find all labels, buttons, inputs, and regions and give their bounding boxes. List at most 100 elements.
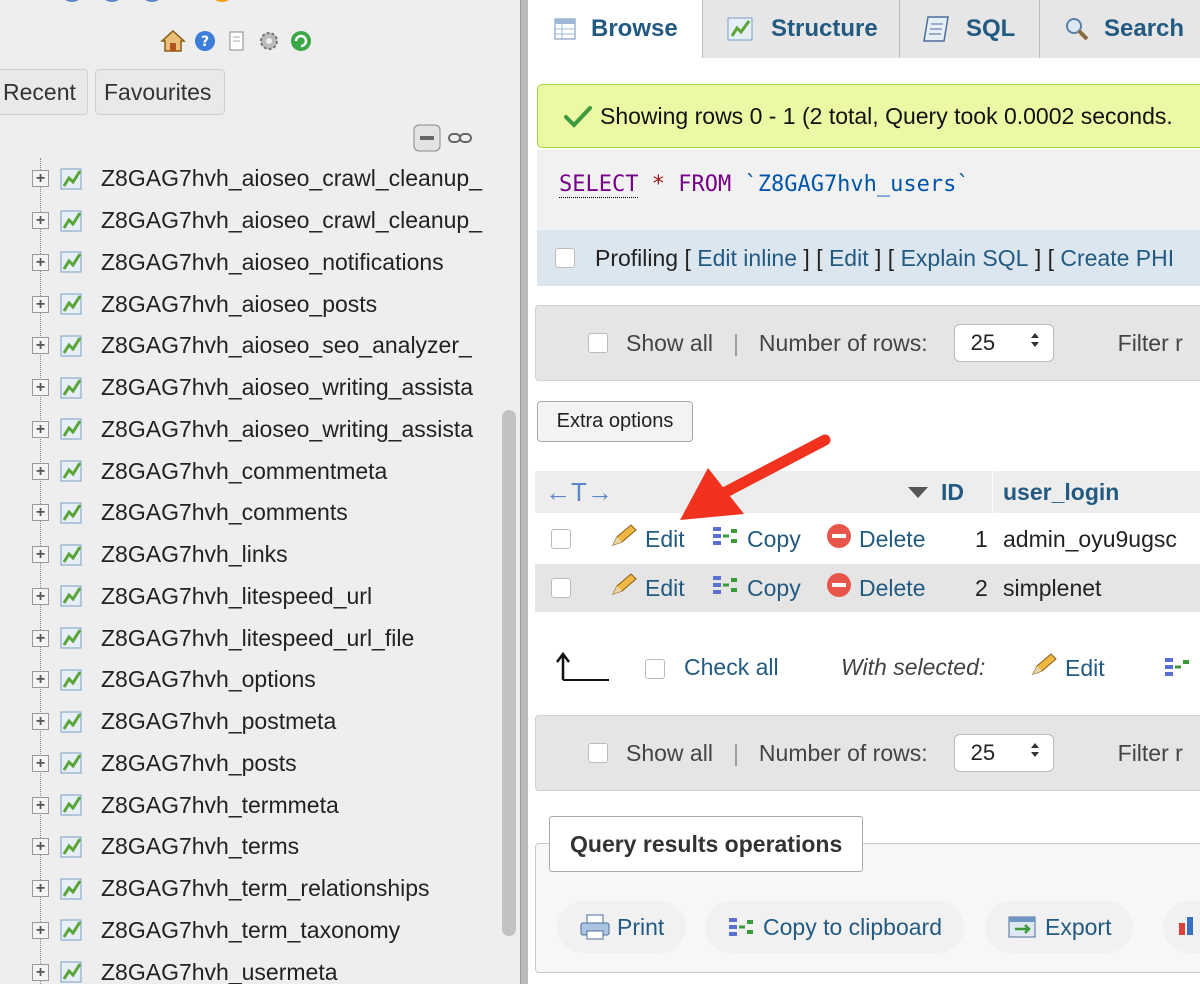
table-structure-icon[interactable]	[60, 334, 94, 358]
sidebar-table-item[interactable]: + Z8GAG7hvh_posts	[0, 743, 500, 785]
sort-dropdown-icon[interactable]	[907, 471, 929, 513]
sidebar-table-item[interactable]: + Z8GAG7hvh_aioseo_posts	[0, 283, 500, 325]
row-edit-link[interactable]: Edit	[609, 523, 685, 555]
expand-icon[interactable]: +	[32, 629, 49, 647]
sidebar-table-name[interactable]: Z8GAG7hvh_termmeta	[101, 792, 339, 819]
help-icon[interactable]: ?	[192, 28, 218, 54]
sidebar-table-item[interactable]: + Z8GAG7hvh_links	[0, 534, 500, 576]
sidebar-table-item[interactable]: + Z8GAG7hvh_aioseo_seo_analyzer_	[0, 325, 500, 367]
table-structure-icon[interactable]	[60, 918, 94, 942]
number-of-rows-select[interactable]: 25	[953, 324, 1054, 362]
sidebar-table-name[interactable]: Z8GAG7hvh_aioseo_writing_assista	[101, 416, 473, 443]
sidebar-table-item[interactable]: + Z8GAG7hvh_aioseo_writing_assista	[0, 409, 500, 451]
sidebar-table-item[interactable]: + Z8GAG7hvh_term_taxonomy	[0, 910, 500, 952]
link-with-main-icon[interactable]	[447, 128, 473, 153]
table-structure-icon[interactable]	[60, 668, 94, 692]
sidebar-table-item[interactable]: + Z8GAG7hvh_aioseo_writing_assista	[0, 367, 500, 409]
tab-search[interactable]: Search	[1040, 0, 1200, 58]
expand-icon[interactable]: +	[32, 671, 49, 689]
table-structure-icon[interactable]	[60, 835, 94, 859]
explain-sql-link[interactable]: Explain SQL	[901, 245, 1029, 272]
row-copy-link[interactable]: Copy	[711, 523, 801, 555]
sql-select-keyword[interactable]: SELECT	[559, 172, 639, 198]
row-delete-link[interactable]: Delete	[825, 571, 925, 605]
sidebar-table-item[interactable]: + Z8GAG7hvh_term_relationships	[0, 868, 500, 910]
reload-icon[interactable]	[288, 28, 314, 54]
expand-icon[interactable]: +	[32, 880, 49, 898]
expand-icon[interactable]: +	[32, 963, 49, 981]
table-structure-icon[interactable]	[60, 167, 94, 191]
sidebar-table-item[interactable]: + Z8GAG7hvh_commentmeta	[0, 450, 500, 492]
sidebar-table-name[interactable]: Z8GAG7hvh_options	[101, 666, 316, 693]
sidebar-table-item[interactable]: + Z8GAG7hvh_litespeed_url	[0, 576, 500, 618]
number-of-rows-select[interactable]: 25	[953, 734, 1054, 772]
sidebar-table-item[interactable]: + Z8GAG7hvh_aioseo_crawl_cleanup_	[0, 200, 500, 242]
sidebar-scrollbar[interactable]	[502, 410, 516, 936]
table-structure-icon[interactable]	[60, 960, 94, 984]
collapse-all-icon[interactable]	[413, 124, 443, 157]
expand-icon[interactable]: +	[32, 838, 49, 856]
expand-icon[interactable]: +	[32, 170, 49, 188]
expand-icon[interactable]: +	[32, 462, 49, 480]
table-structure-icon[interactable]	[60, 626, 94, 650]
expand-icon[interactable]: +	[32, 587, 49, 605]
sidebar-table-item[interactable]: + Z8GAG7hvh_usermeta	[0, 951, 500, 984]
table-structure-icon[interactable]	[60, 209, 94, 233]
table-structure-icon[interactable]	[60, 584, 94, 608]
sidebar-table-name[interactable]: Z8GAG7hvh_litespeed_url_file	[101, 625, 414, 652]
expand-icon[interactable]: +	[32, 420, 49, 438]
check-all-link[interactable]: Check all	[684, 654, 779, 681]
sidebar-table-name[interactable]: Z8GAG7hvh_usermeta	[101, 959, 338, 984]
column-width-arrows[interactable]: ←T→	[545, 471, 613, 513]
favourite-tables-button[interactable]: Favourites	[95, 69, 225, 115]
table-structure-icon[interactable]	[60, 292, 94, 316]
bulk-copy-icon[interactable]	[1163, 654, 1193, 686]
sidebar-table-name[interactable]: Z8GAG7hvh_aioseo_notifications	[101, 249, 444, 276]
export-button[interactable]: Export	[985, 901, 1134, 953]
sidebar-table-item[interactable]: + Z8GAG7hvh_litespeed_url_file	[0, 617, 500, 659]
tab-browse[interactable]: Browse	[529, 0, 703, 58]
sidebar-table-item[interactable]: + Z8GAG7hvh_aioseo_notifications	[0, 242, 500, 284]
sidebar-table-item[interactable]: + Z8GAG7hvh_options	[0, 659, 500, 701]
sidebar-table-name[interactable]: Z8GAG7hvh_term_taxonomy	[101, 917, 400, 944]
expand-icon[interactable]: +	[32, 504, 49, 522]
expand-icon[interactable]: +	[32, 546, 49, 564]
table-structure-icon[interactable]	[60, 376, 94, 400]
create-php-code-link[interactable]: Create PHI	[1060, 245, 1174, 272]
table-structure-icon[interactable]	[60, 877, 94, 901]
table-structure-icon[interactable]	[60, 710, 94, 734]
row-delete-link[interactable]: Delete	[825, 522, 925, 556]
expand-icon[interactable]: +	[32, 253, 49, 271]
sidebar-table-name[interactable]: Z8GAG7hvh_terms	[101, 833, 299, 860]
tab-sql[interactable]: SQL	[900, 0, 1040, 58]
sidebar-table-name[interactable]: Z8GAG7hvh_aioseo_writing_assista	[101, 374, 473, 401]
copy-to-clipboard-button[interactable]: Copy to clipboard	[705, 901, 964, 953]
sidebar-table-item[interactable]: + Z8GAG7hvh_aioseo_crawl_cleanup_	[0, 158, 500, 200]
show-all-checkbox[interactable]	[588, 743, 608, 763]
bulk-edit-link[interactable]: Edit	[1029, 652, 1105, 684]
table-structure-icon[interactable]	[60, 459, 94, 483]
sidebar-table-name[interactable]: Z8GAG7hvh_posts	[101, 750, 297, 777]
row-checkbox[interactable]	[551, 578, 571, 598]
recent-tables-button[interactable]: Recent	[0, 69, 88, 115]
table-structure-icon[interactable]	[60, 417, 94, 441]
sidebar-table-name[interactable]: Z8GAG7hvh_aioseo_crawl_cleanup_	[101, 165, 482, 192]
sidebar-table-name[interactable]: Z8GAG7hvh_commentmeta	[101, 458, 387, 485]
sidebar-table-name[interactable]: Z8GAG7hvh_links	[101, 541, 288, 568]
check-all-checkbox[interactable]	[645, 659, 665, 679]
sidebar-table-item[interactable]: + Z8GAG7hvh_comments	[0, 492, 500, 534]
sidebar-table-item[interactable]: + Z8GAG7hvh_postmeta	[0, 701, 500, 743]
pane-divider[interactable]	[520, 0, 528, 984]
print-button[interactable]: Print	[557, 901, 687, 953]
sidebar-table-name[interactable]: Z8GAG7hvh_aioseo_posts	[101, 291, 377, 318]
expand-icon[interactable]: +	[32, 713, 49, 731]
row-copy-link[interactable]: Copy	[711, 572, 801, 604]
row-edit-link[interactable]: Edit	[609, 572, 685, 604]
table-structure-icon[interactable]	[60, 543, 94, 567]
expand-icon[interactable]: +	[32, 796, 49, 814]
expand-icon[interactable]: +	[32, 754, 49, 772]
expand-icon[interactable]: +	[32, 295, 49, 313]
sidebar-table-item[interactable]: + Z8GAG7hvh_termmeta	[0, 784, 500, 826]
table-structure-icon[interactable]	[60, 250, 94, 274]
edit-query-link[interactable]: Edit	[829, 245, 869, 272]
